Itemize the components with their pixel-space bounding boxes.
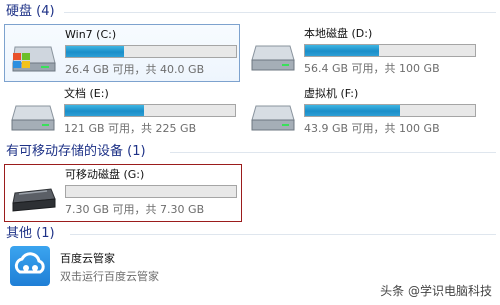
drive-tile-f[interactable]: 虚拟机 (F:) 43.9 GB 可用，共 100 GB <box>244 84 480 142</box>
group-header-other[interactable]: 其他 (1) <box>6 225 55 243</box>
hard-drive-icon <box>251 45 295 71</box>
drive-space-info: 26.4 GB 可用，共 40.0 GB <box>65 63 205 76</box>
baidu-cloud-shortcut[interactable]: 百度云管家 双击运行百度云管家 <box>6 244 306 294</box>
group-label-removable: 有可移动存储的设备 (1) <box>6 144 146 159</box>
drive-usage-bar <box>304 44 476 57</box>
drive-tile-e[interactable]: 文档 (E:) 121 GB 可用，共 225 GB <box>4 84 240 142</box>
drive-space-info: 43.9 GB 可用，共 100 GB <box>304 122 440 135</box>
drive-usage-fill <box>66 46 124 57</box>
drive-usage-bar <box>65 45 237 58</box>
group-divider <box>70 234 496 235</box>
drive-name: 可移动磁盘 (G:) <box>65 168 145 181</box>
hard-drive-icon <box>11 105 55 131</box>
watermark: 头条 @学识电脑科技 <box>380 284 492 298</box>
drive-usage-bar <box>65 185 237 198</box>
windows-drive-icon <box>12 46 56 72</box>
group-header-hard-disks[interactable]: 硬盘 (4) <box>6 3 55 21</box>
group-divider <box>64 12 496 13</box>
drive-name: 文档 (E:) <box>64 87 109 100</box>
drive-name: 虚拟机 (F:) <box>304 87 359 100</box>
group-divider <box>170 152 496 153</box>
drive-name: 本地磁盘 (D:) <box>304 27 373 40</box>
drive-tile-d[interactable]: 本地磁盘 (D:) 56.4 GB 可用，共 100 GB <box>244 24 480 82</box>
app-name: 百度云管家 <box>60 252 115 265</box>
group-header-removable[interactable]: 有可移动存储的设备 (1) <box>6 143 146 161</box>
drive-space-info: 56.4 GB 可用，共 100 GB <box>304 62 440 75</box>
drive-usage-bar <box>64 104 236 117</box>
removable-drive-icon <box>12 188 56 212</box>
drive-tile-g[interactable]: 可移动磁盘 (G:) 7.30 GB 可用，共 7.30 GB <box>4 164 242 222</box>
drive-name: Win7 (C:) <box>65 28 117 41</box>
drive-usage-fill <box>305 105 401 116</box>
drive-space-info: 121 GB 可用，共 225 GB <box>64 122 197 135</box>
drive-space-info: 7.30 GB 可用，共 7.30 GB <box>65 203 205 216</box>
drive-usage-bar <box>304 104 476 117</box>
baidu-cloud-icon <box>10 246 50 286</box>
hard-drive-icon <box>251 105 295 131</box>
group-label-other: 其他 (1) <box>6 226 55 241</box>
group-label-hard-disks: 硬盘 (4) <box>6 4 55 19</box>
drive-tile-c[interactable]: Win7 (C:) 26.4 GB 可用，共 40.0 GB <box>4 24 240 82</box>
app-description: 双击运行百度云管家 <box>60 270 159 283</box>
drive-usage-fill <box>305 45 380 56</box>
drive-usage-fill <box>65 105 144 116</box>
